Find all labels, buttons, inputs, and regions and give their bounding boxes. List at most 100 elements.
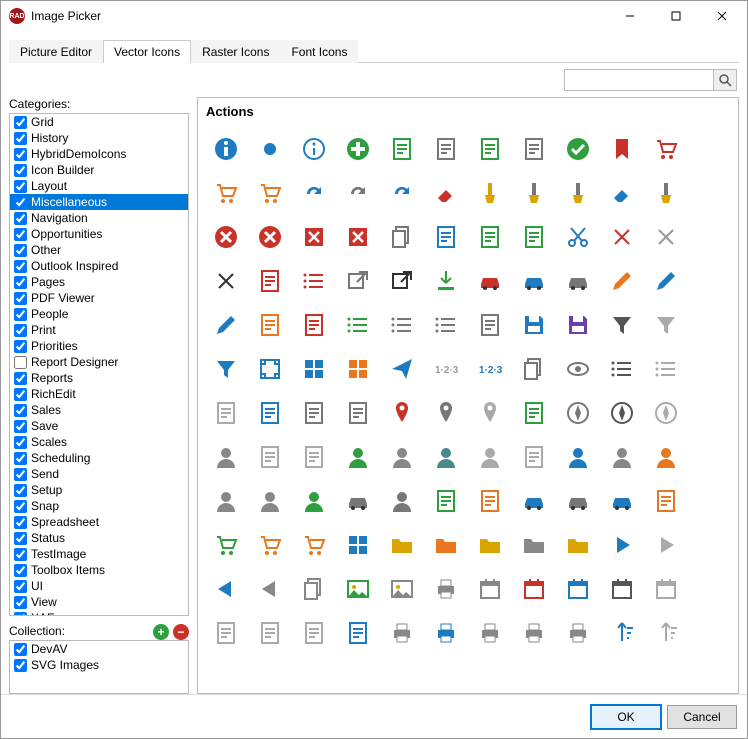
category-checkbox[interactable] [14, 596, 27, 609]
card-gray[interactable] [558, 481, 598, 521]
folder-gray[interactable] [514, 525, 554, 565]
play-gray[interactable] [646, 525, 686, 565]
external-link-small[interactable] [382, 261, 422, 301]
cart-red[interactable] [646, 129, 686, 169]
reply-blue[interactable] [382, 173, 422, 213]
category-item[interactable]: Print [10, 322, 188, 338]
tab-vector-icons[interactable]: Vector Icons [103, 40, 191, 63]
category-item[interactable]: Opportunities [10, 226, 188, 242]
num-123-gray[interactable]: 1·2·3 [426, 349, 466, 389]
collection-remove-button[interactable]: − [173, 624, 189, 640]
category-item[interactable]: Layout [10, 178, 188, 194]
ok-button[interactable]: OK [591, 705, 661, 729]
tab-raster-icons[interactable]: Raster Icons [191, 40, 280, 63]
category-item[interactable]: Outlook Inspired [10, 258, 188, 274]
category-checkbox[interactable] [14, 324, 27, 337]
paste-gray[interactable] [294, 569, 334, 609]
calendar-outline[interactable] [646, 569, 686, 609]
category-item[interactable]: Scheduling [10, 450, 188, 466]
export-red[interactable] [294, 305, 334, 345]
grid-edit-orange[interactable] [338, 349, 378, 389]
category-item[interactable]: PDF Viewer [10, 290, 188, 306]
close-square-small-red[interactable] [294, 217, 334, 257]
user-form[interactable] [382, 481, 422, 521]
category-item[interactable]: XAF [10, 610, 188, 616]
collection-list[interactable]: DevAVSVG Images [9, 640, 189, 694]
ab-brush[interactable] [558, 173, 598, 213]
category-checkbox[interactable] [14, 500, 27, 513]
calendar-gray[interactable] [470, 569, 510, 609]
car-red[interactable] [470, 261, 510, 301]
user-star-gray[interactable] [602, 437, 642, 477]
file-new[interactable] [250, 437, 290, 477]
user-outline[interactable] [470, 437, 510, 477]
category-item[interactable]: Navigation [10, 210, 188, 226]
category-item[interactable]: Miscellaneous [10, 194, 188, 210]
note-add[interactable] [338, 393, 378, 433]
printer-gray[interactable] [426, 569, 466, 609]
close-x-black[interactable] [206, 261, 246, 301]
categories-list[interactable]: GridHistoryHybridDemoIconsIcon BuilderLa… [9, 113, 189, 616]
category-item[interactable]: Sales [10, 402, 188, 418]
car-gray[interactable] [558, 261, 598, 301]
tiles-blue[interactable] [338, 525, 378, 565]
category-checkbox[interactable] [14, 404, 27, 417]
close-square-red[interactable] [338, 217, 378, 257]
category-checkbox[interactable] [14, 196, 27, 209]
add-column-green[interactable] [382, 129, 422, 169]
category-checkbox[interactable] [14, 356, 27, 369]
category-checkbox[interactable] [14, 564, 27, 577]
layout-copy[interactable] [514, 349, 554, 389]
tab-picture-editor[interactable]: Picture Editor [9, 40, 103, 63]
triangle-left-blue[interactable] [206, 569, 246, 609]
sort-up-blue[interactable] [602, 613, 642, 653]
category-item[interactable]: HybridDemoIcons [10, 146, 188, 162]
file-add-green[interactable] [470, 129, 510, 169]
category-item[interactable]: People [10, 306, 188, 322]
category-item[interactable]: Spreadsheet [10, 514, 188, 530]
triangle-left-gray[interactable] [250, 569, 290, 609]
file-delete-red[interactable] [250, 261, 290, 301]
search-button[interactable] [713, 69, 737, 91]
category-checkbox[interactable] [14, 388, 27, 401]
cart-star-orange[interactable] [294, 525, 334, 565]
eraser-red[interactable] [426, 173, 466, 213]
pencil-blue[interactable] [646, 261, 686, 301]
download-green[interactable] [426, 261, 466, 301]
percent-brush[interactable] [514, 173, 554, 213]
compass-gray[interactable] [646, 393, 686, 433]
cart-orange-2[interactable] [250, 173, 290, 213]
cart-add-green[interactable] [206, 525, 246, 565]
add-circle-green[interactable] [338, 129, 378, 169]
info-dot-blue[interactable] [250, 129, 290, 169]
list-bullets[interactable] [602, 349, 642, 389]
category-checkbox[interactable] [14, 308, 27, 321]
maximize-button[interactable] [653, 1, 699, 31]
info-circle-solid-blue[interactable] [206, 129, 246, 169]
list-bullets-gray[interactable] [646, 349, 686, 389]
doc-lines-3[interactable] [294, 613, 334, 653]
user-teal[interactable] [426, 437, 466, 477]
list-brush[interactable] [646, 173, 686, 213]
category-checkbox[interactable] [14, 420, 27, 433]
fullscreen-blue[interactable] [250, 349, 290, 389]
cancel-button[interactable]: Cancel [667, 705, 737, 729]
category-checkbox[interactable] [14, 612, 27, 617]
category-item[interactable]: Setup [10, 482, 188, 498]
printer-small-3[interactable] [514, 613, 554, 653]
save-disk-purple[interactable] [558, 305, 598, 345]
category-checkbox[interactable] [14, 516, 27, 529]
printer-small-1[interactable] [382, 613, 422, 653]
category-checkbox[interactable] [14, 148, 27, 161]
user-sparkle[interactable] [250, 481, 290, 521]
category-checkbox[interactable] [14, 436, 27, 449]
file-outline[interactable] [294, 437, 334, 477]
play-blue[interactable] [602, 525, 642, 565]
pencil-small-blue[interactable] [206, 305, 246, 345]
tab-font-icons[interactable]: Font Icons [280, 40, 358, 63]
category-checkbox[interactable] [14, 212, 27, 225]
collection-checkbox[interactable] [14, 659, 27, 672]
card-new-blue[interactable] [514, 481, 554, 521]
user-star-orange[interactable] [646, 437, 686, 477]
collection-item[interactable]: SVG Images [10, 657, 188, 673]
